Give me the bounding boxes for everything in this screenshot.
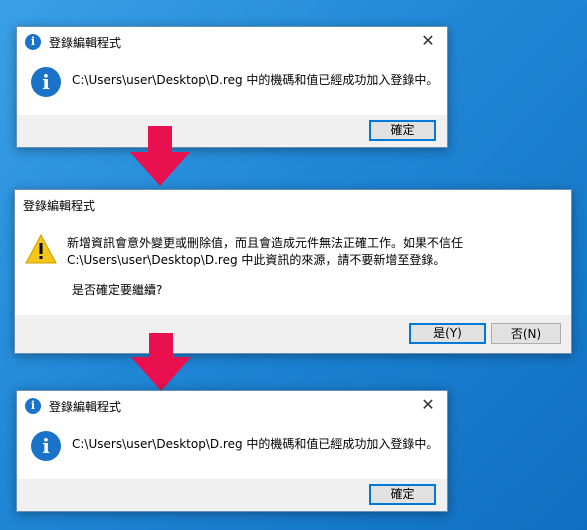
info-icon: i	[31, 431, 61, 461]
info-icon: i	[25, 398, 41, 414]
arrow-down-icon	[131, 333, 191, 391]
button-bar: 確定	[17, 479, 447, 511]
info-icon: i	[25, 34, 41, 50]
success-dialog-1: i 登錄編輯程式 ✕ i C:\Users\user\Desktop\D.reg…	[16, 26, 448, 148]
title-bar[interactable]: 登錄編輯程式	[15, 190, 571, 220]
warning-message-line2: C:\Users\user\Desktop\D.reg 中此資訊的來源，請不要新…	[67, 253, 446, 267]
warning-dialog: 登錄編輯程式 新增資訊會意外變更或刪除值，而且會造成元件無法正確工作。如果不信任…	[14, 189, 572, 354]
success-dialog-2: i 登錄編輯程式 ✕ i C:\Users\user\Desktop\D.reg…	[16, 390, 448, 512]
yes-button[interactable]: 是(Y)	[409, 323, 486, 344]
title-bar[interactable]: i 登錄編輯程式 ✕	[17, 27, 447, 57]
arrow-down-icon	[130, 126, 190, 186]
dialog-title: 登錄編輯程式	[49, 400, 122, 414]
dialog-title: 登錄編輯程式	[49, 36, 122, 50]
message-text: C:\Users\user\Desktop\D.reg 中的機碼和值已經成功加入…	[72, 73, 439, 87]
info-icon: i	[31, 67, 61, 97]
no-button[interactable]: 否(N)	[491, 323, 561, 344]
dialog-title: 登錄編輯程式	[23, 199, 96, 213]
warning-icon	[25, 234, 57, 264]
message-text: C:\Users\user\Desktop\D.reg 中的機碼和值已經成功加入…	[72, 437, 439, 451]
ok-button[interactable]: 確定	[369, 120, 436, 141]
title-bar[interactable]: i 登錄編輯程式 ✕	[17, 391, 447, 421]
button-bar: 確定	[17, 115, 447, 147]
close-icon[interactable]: ✕	[419, 31, 437, 50]
close-icon[interactable]: ✕	[419, 395, 437, 414]
confirm-question: 是否確定要繼續?	[72, 283, 163, 297]
button-bar: 是(Y) 否(N)	[15, 315, 571, 353]
warning-message-line1: 新增資訊會意外變更或刪除值，而且會造成元件無法正確工作。如果不信任	[67, 236, 464, 250]
ok-button[interactable]: 確定	[369, 484, 436, 505]
